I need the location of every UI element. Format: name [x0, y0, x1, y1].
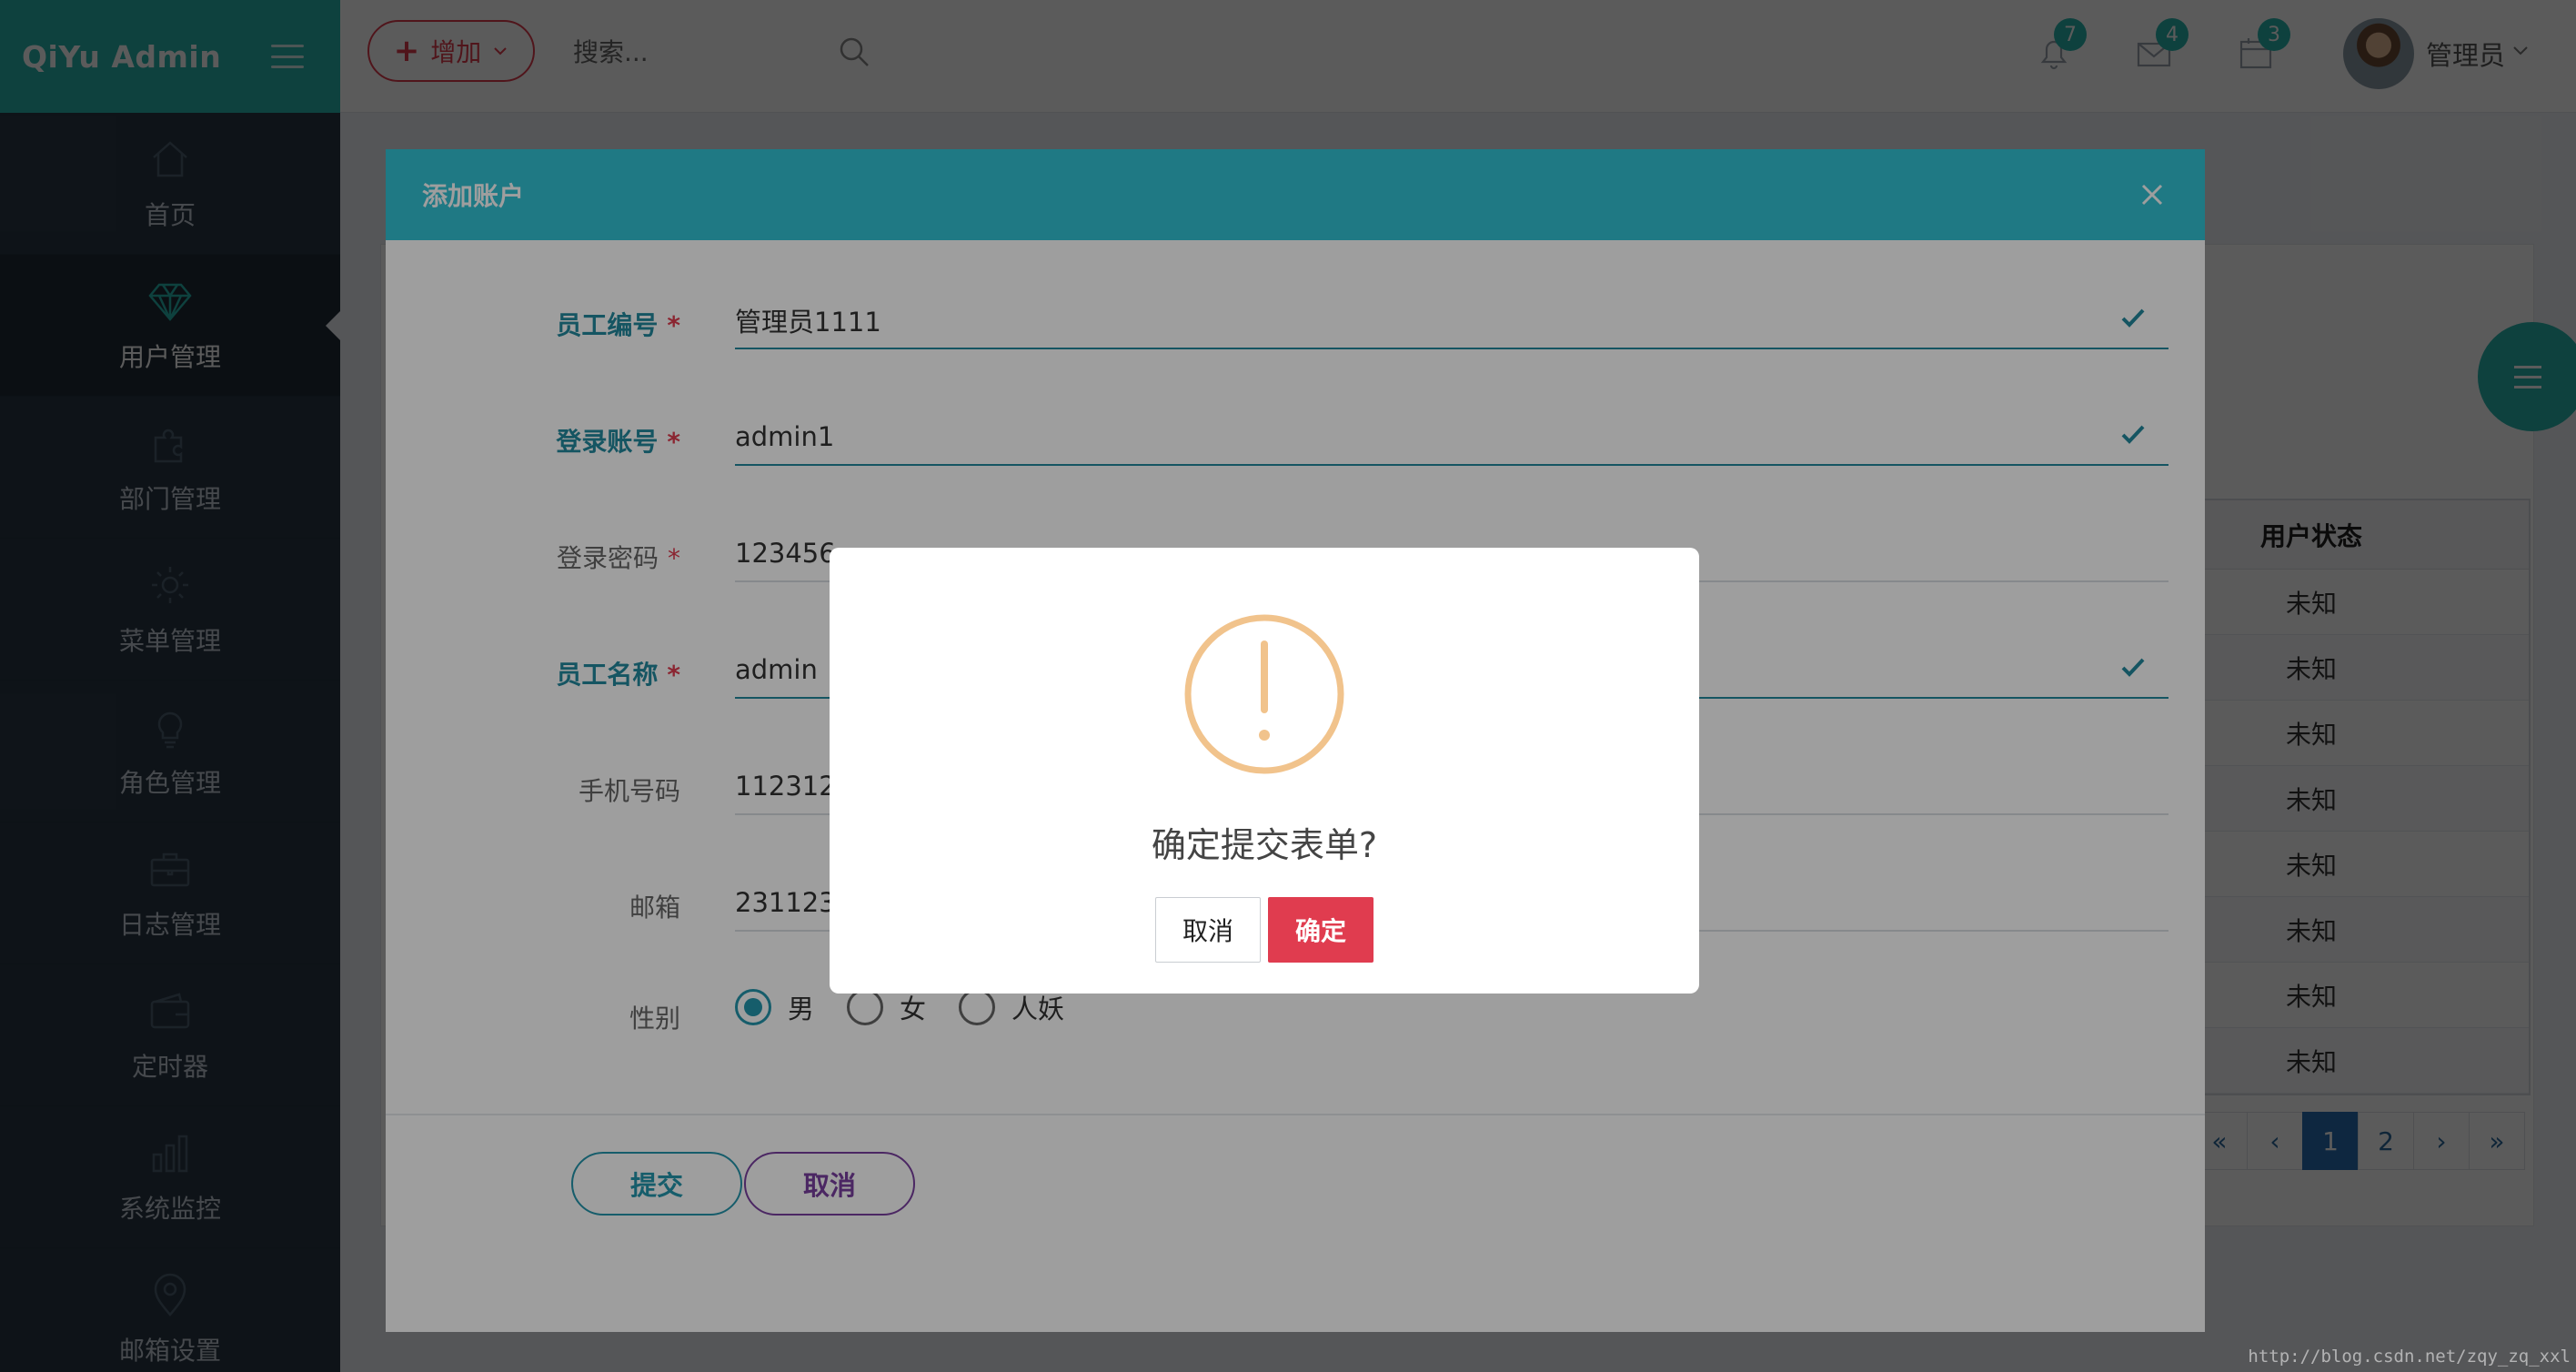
confirm-message: 确定提交表单? — [1151, 825, 1378, 865]
confirm-cancel-button[interactable]: 取消 — [1155, 897, 1261, 963]
confirm-ok-button[interactable]: 确定 — [1268, 897, 1374, 963]
watermark: http://blog.csdn.net/zqy_zq_xxl — [2248, 1347, 2571, 1367]
warning-icon — [1184, 614, 1344, 774]
confirm-dialog: 确定提交表单? 取消 确定 — [830, 548, 1699, 994]
